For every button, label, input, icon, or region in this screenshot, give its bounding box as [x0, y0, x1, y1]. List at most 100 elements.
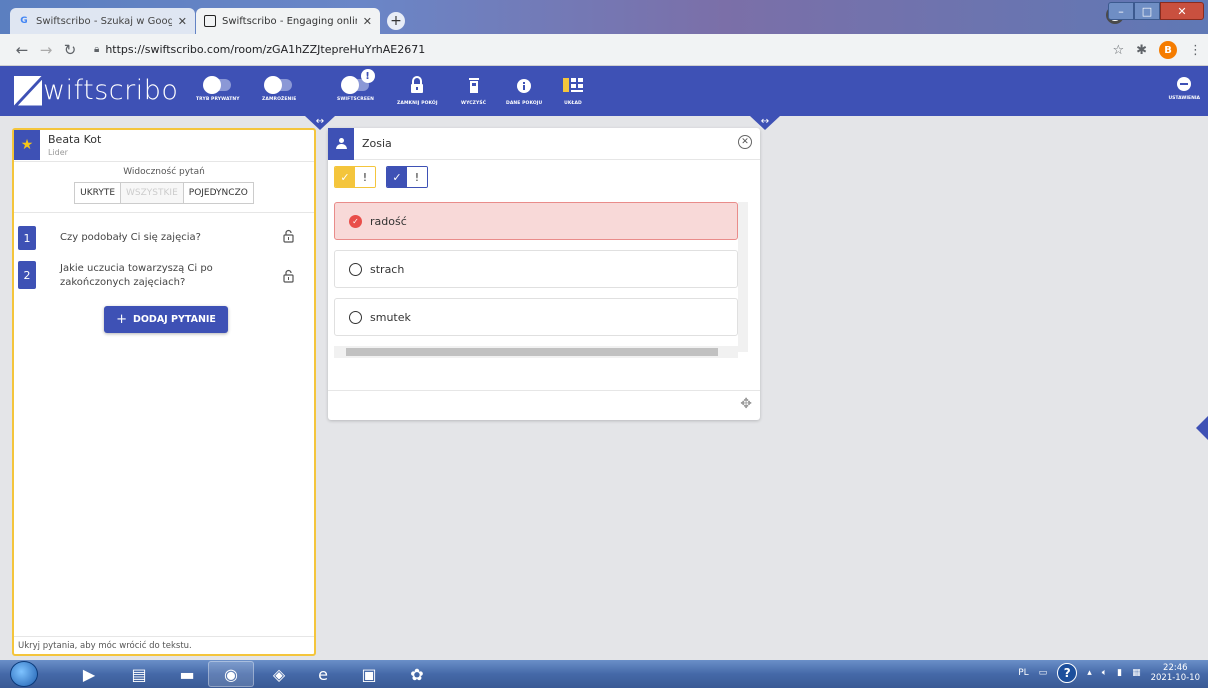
alert-badge: ! — [360, 69, 375, 83]
trash-icon — [468, 78, 479, 93]
expand-panel-icon[interactable] — [1196, 416, 1208, 440]
student-panel: Zosia ✕ ✓ ! ✓ ! ✓ radość strach smutek ✥ — [328, 128, 760, 420]
close-tab-icon[interactable]: ✕ — [363, 15, 372, 28]
scrollbar-thumb[interactable] — [346, 348, 718, 356]
account-icon — [1177, 77, 1192, 91]
close-icon[interactable]: ✕ — [738, 135, 752, 149]
address-bar[interactable]: 🔒︎ https://swiftscribo.com/room/zGA1hZZJ… — [94, 43, 425, 56]
tool-label: DANE POKOJU — [506, 101, 543, 106]
network-icon[interactable]: ▮ — [1117, 668, 1122, 678]
swiftscreen-toggle[interactable]: ! SWIFTSCREEN — [337, 69, 375, 102]
help-icon[interactable]: ? — [1057, 663, 1078, 683]
forward-icon[interactable]: → — [34, 41, 58, 59]
visibility-option-single[interactable]: POJEDYNCZO — [183, 182, 254, 204]
settings-button[interactable]: USTAWIENIA — [1168, 77, 1200, 101]
private-mode-toggle[interactable]: TRYB PRYWATNY — [196, 75, 240, 102]
tool-label: ZAMKNIJ POKÓJ — [397, 101, 438, 106]
flag-buttons: ✓ ! ✓ ! — [334, 166, 428, 188]
leader-role: Lider — [48, 148, 68, 157]
layout-icon — [563, 78, 583, 92]
hp-app-icon[interactable]: ◈ — [256, 661, 302, 687]
blue-flag-button[interactable]: ✓ ! — [386, 166, 428, 188]
tray-arrow-icon[interactable]: ▴ — [1087, 668, 1092, 678]
maximize-button[interactable]: □ — [1134, 2, 1160, 20]
time: 22:46 — [1163, 663, 1188, 673]
close-window-button[interactable]: ✕ — [1160, 2, 1204, 20]
internet-explorer-icon[interactable]: e — [300, 661, 346, 687]
clear-button[interactable]: WYCZYŚĆ — [461, 75, 486, 106]
panel-footer-hint: Ukryj pytania, aby móc wrócić do tekstu. — [14, 636, 314, 654]
tool-label: WYCZYŚĆ — [461, 101, 487, 106]
projector-app-icon[interactable]: ▬ — [164, 661, 210, 687]
tab-title: Swiftscribo - Szukaj w Google — [36, 15, 172, 27]
vertical-scrollbar[interactable] — [738, 202, 748, 352]
lock-icon — [411, 76, 424, 93]
toggle-icon — [202, 76, 231, 94]
tool-label: UKŁAD — [564, 101, 582, 106]
answer-text: smutek — [370, 310, 411, 324]
tab-title: Swiftscribo - Engaging online cla — [222, 15, 357, 27]
menu-icon[interactable]: ⋮ — [1189, 43, 1202, 58]
extensions-icon[interactable]: ✱ — [1136, 43, 1147, 58]
clock[interactable]: 22:46 2021-10-10 — [1151, 663, 1200, 683]
radio-unchecked-icon — [349, 310, 362, 324]
plus-icon: + — [116, 312, 127, 327]
tool-label: TRYB PRYWATNY — [196, 97, 240, 102]
chrome-icon[interactable]: ◉ — [208, 661, 254, 687]
star-bookmark-icon[interactable]: ☆ — [1112, 43, 1124, 58]
student-name: Zosia — [362, 137, 392, 150]
check-icon: ✓ — [387, 167, 407, 187]
tab-google-search[interactable]: G Swiftscribo - Szukaj w Google ✕ — [10, 8, 195, 34]
room-data-button[interactable]: DANE POKOJU — [506, 75, 542, 106]
paint-app-icon[interactable]: ✿ — [394, 661, 440, 687]
start-button[interactable] — [10, 661, 38, 687]
tool-label: SWIFTSCREEN — [337, 97, 375, 102]
unlock-icon[interactable] — [283, 269, 294, 283]
swiftscribo-icon — [204, 15, 216, 27]
answer-list: ✓ radość strach smutek — [334, 202, 748, 354]
unlock-icon[interactable] — [283, 229, 294, 243]
file-explorer-icon[interactable]: ▤ — [116, 661, 162, 687]
media-app-icon[interactable]: ▶︎ — [66, 661, 112, 687]
exclamation-icon: ! — [407, 167, 427, 187]
yellow-flag-button[interactable]: ✓ ! — [334, 166, 376, 188]
visibility-option-all[interactable]: WSZYSTKIE — [121, 182, 184, 204]
close-tab-icon[interactable]: ✕ — [178, 15, 187, 28]
horizontal-scrollbar[interactable] — [334, 346, 738, 358]
taskbar: ▶︎ ▤ ▬ ◉ ◈ e ▣ ✿ PL ▭ ? ▴ 🔈︎ ▮ ▦ 22:46 2… — [0, 660, 1208, 688]
language-indicator[interactable]: PL — [1018, 668, 1028, 678]
reload-icon[interactable]: ↻ — [58, 41, 82, 59]
user-icon — [335, 138, 347, 150]
window-controls: – □ ✕ — [1108, 2, 1204, 20]
question-item[interactable]: 2 Jakie uczucia towarzyszą Ci po zakończ… — [18, 261, 298, 295]
user-icon-box — [328, 128, 354, 160]
answer-option[interactable]: smutek — [334, 298, 738, 336]
visibility-label: Widoczność pytań — [123, 167, 205, 177]
new-tab-button[interactable]: + — [387, 12, 405, 30]
answer-option[interactable]: ✓ radość — [334, 202, 738, 240]
tab-swiftscribo[interactable]: Swiftscribo - Engaging online cla ✕ — [196, 8, 380, 34]
radio-checked-icon: ✓ — [349, 214, 362, 228]
question-number: 1 — [18, 226, 36, 250]
question-item[interactable]: 1 Czy podobały Ci się zajęcia? — [18, 226, 298, 256]
move-icon[interactable]: ✥ — [740, 396, 752, 412]
close-room-button[interactable]: ZAMKNIJ POKÓJ — [397, 75, 438, 106]
publisher-icon[interactable]: ▣ — [346, 661, 392, 687]
logo[interactable]: wiftscribo — [14, 75, 178, 106]
freeze-toggle[interactable]: ZAMROŻENIE — [262, 75, 296, 102]
back-icon[interactable]: ← — [10, 41, 34, 59]
logo-mark-icon — [14, 75, 42, 106]
profile-avatar[interactable]: B — [1159, 41, 1177, 59]
layout-button[interactable]: UKŁAD — [563, 75, 583, 106]
question-number: 2 — [18, 261, 36, 289]
action-center-icon[interactable]: ▦ — [1132, 668, 1141, 678]
minimize-button[interactable]: – — [1108, 2, 1134, 20]
visibility-option-hidden[interactable]: UKRYTE — [74, 182, 122, 204]
keyboard-icon[interactable]: ▭ — [1039, 668, 1048, 678]
student-header: Zosia ✕ — [328, 128, 760, 160]
browser-toolbar: ← → ↻ 🔒︎ https://swiftscribo.com/room/zG… — [0, 34, 1208, 66]
volume-icon[interactable]: 🔈︎ — [1102, 668, 1107, 678]
add-question-button[interactable]: + DODAJ PYTANIE — [104, 306, 228, 333]
answer-option[interactable]: strach — [334, 250, 738, 288]
radio-unchecked-icon — [349, 262, 362, 276]
